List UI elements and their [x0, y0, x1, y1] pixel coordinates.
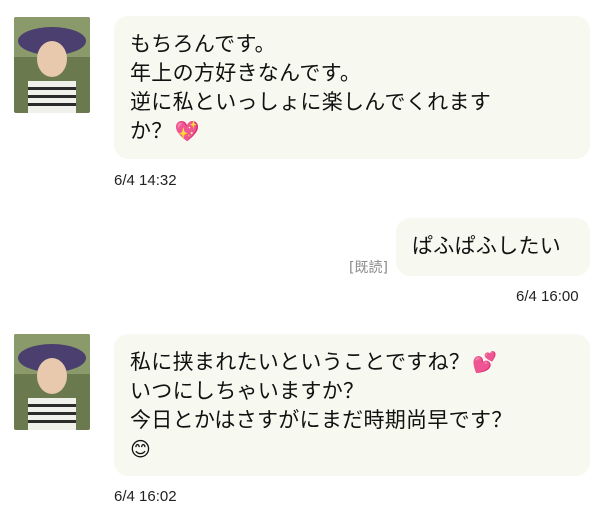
- message-line-text: 私に挟まれたいということですね？: [130, 350, 471, 374]
- user-avatar[interactable]: [14, 17, 90, 113]
- message-line: 😊: [130, 435, 576, 464]
- read-receipt: [既読]: [349, 260, 388, 276]
- user-avatar-icon: [14, 17, 90, 113]
- message-bubble-received[interactable]: もちろんです。 年上の方好きなんです。 逆に私といっしょに楽しんでくれます か？…: [114, 16, 590, 159]
- message-line: もちろんです。: [130, 32, 276, 56]
- message-line: 私に挟まれたいということですね？ 💕: [130, 348, 576, 377]
- message-timestamp: 6/4 14:32: [114, 172, 177, 189]
- sparkling-heart-emoji-icon: 💖: [174, 119, 200, 143]
- user-avatar[interactable]: [14, 334, 90, 430]
- message-bubble-received[interactable]: 私に挟まれたいということですね？ 💕 いつにしちゃいますか？ 今日とかはさすがにま…: [114, 334, 590, 476]
- message-line: か？ 💖: [130, 117, 576, 146]
- message-line: ぱふぱふしたい: [412, 234, 562, 258]
- message-line: 今日とかはさすがにまだ時期尚早です？: [130, 408, 513, 432]
- message-line: 年上の方好きなんです。: [130, 61, 362, 85]
- smiling-face-emoji-icon: 😊: [130, 437, 152, 461]
- message-line-text: か？: [130, 119, 173, 143]
- message-timestamp: 6/4 16:00: [516, 288, 579, 305]
- message-line: 逆に私といっしょに楽しんでくれます: [130, 90, 492, 114]
- two-hearts-emoji-icon: 💕: [472, 350, 498, 374]
- user-avatar-icon: [14, 334, 90, 430]
- message-timestamp: 6/4 16:02: [114, 488, 177, 505]
- message-bubble-sent[interactable]: ぱふぱふしたい: [396, 218, 590, 276]
- message-line: いつにしちゃいますか？: [130, 379, 365, 403]
